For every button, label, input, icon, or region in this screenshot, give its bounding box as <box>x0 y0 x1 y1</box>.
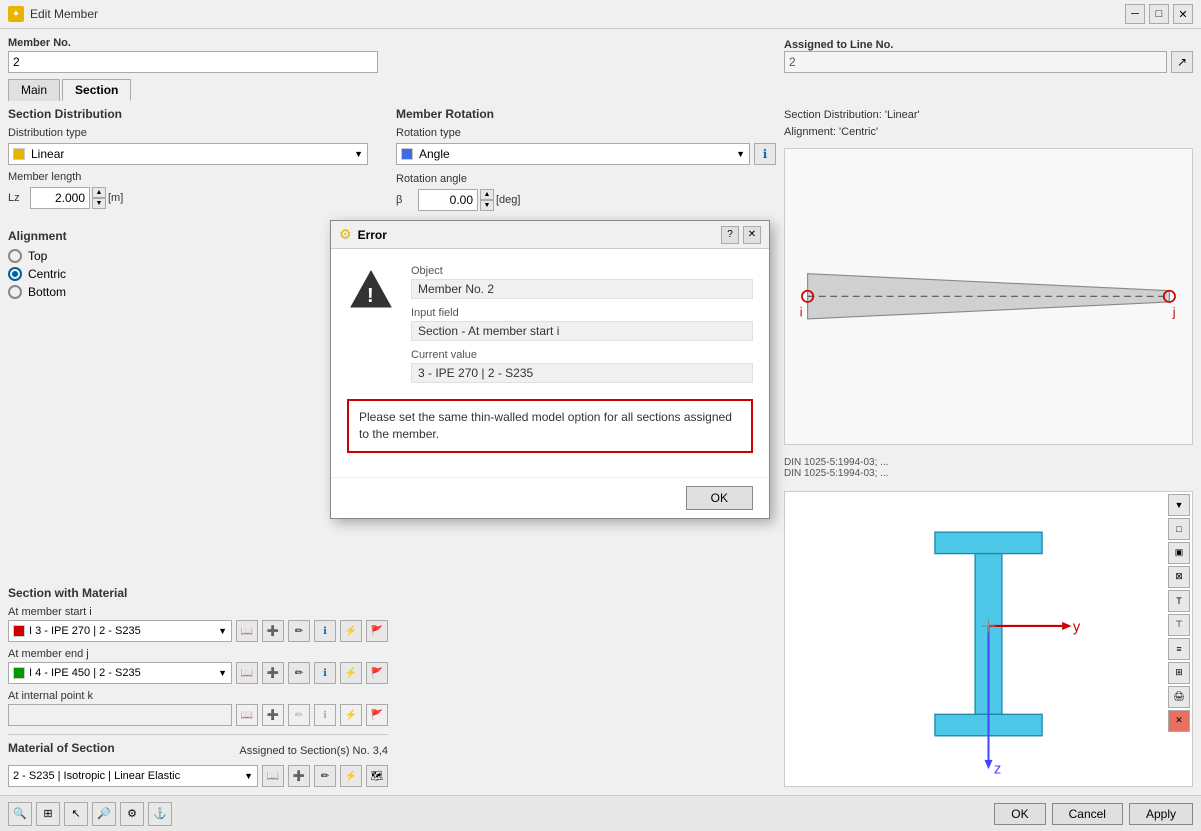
dialog-close-btn[interactable]: ✕ <box>743 226 761 244</box>
current-value-value: 3 - IPE 270 | 2 - S235 <box>411 363 753 383</box>
current-value-label: Current value <box>411 349 753 361</box>
dialog-overlay: ⚙ Error ? ✕ ! Ob <box>0 0 1201 831</box>
dialog-main-row: ! Object Member No. 2 Input field Sectio… <box>347 265 753 391</box>
input-field-field: Input field Section - At member start i <box>411 307 753 341</box>
input-field-label: Input field <box>411 307 753 319</box>
dialog-fields: Object Member No. 2 Input field Section … <box>411 265 753 391</box>
dialog-footer: OK <box>331 477 769 518</box>
error-dialog: ⚙ Error ? ✕ ! Ob <box>330 220 770 519</box>
error-message-text: Please set the same thin-walled model op… <box>359 410 732 441</box>
svg-text:!: ! <box>367 285 374 307</box>
input-field-value: Section - At member start i <box>411 321 753 341</box>
dialog-content: ! Object Member No. 2 Input field Sectio… <box>331 249 769 477</box>
warning-icon: ! <box>347 265 395 313</box>
object-field: Object Member No. 2 <box>411 265 753 299</box>
dialog-title-left: ⚙ Error <box>339 226 387 243</box>
dialog-controls: ? ✕ <box>721 226 761 244</box>
dialog-title-bar: ⚙ Error ? ✕ <box>331 221 769 249</box>
error-message-box: Please set the same thin-walled model op… <box>347 399 753 453</box>
dialog-title-icon: ⚙ <box>339 226 352 243</box>
dialog-help-btn[interactable]: ? <box>721 226 739 244</box>
object-label: Object <box>411 265 753 277</box>
dialog-title-text: Error <box>358 228 387 242</box>
object-value: Member No. 2 <box>411 279 753 299</box>
current-value-field: Current value 3 - IPE 270 | 2 - S235 <box>411 349 753 383</box>
dialog-ok-button[interactable]: OK <box>686 486 753 510</box>
